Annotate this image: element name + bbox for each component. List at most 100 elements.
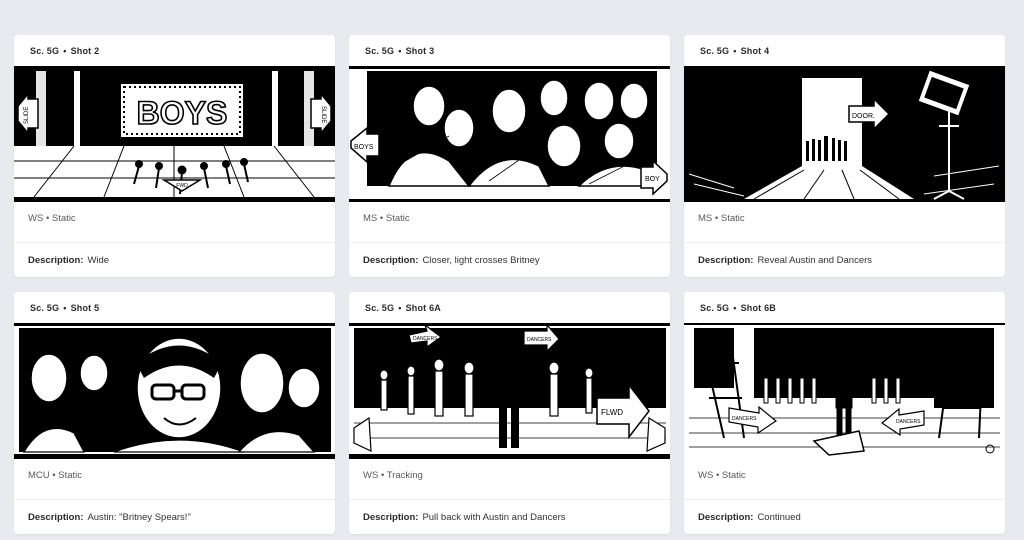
framing-label: WS xyxy=(363,470,379,481)
separator: • xyxy=(398,303,402,313)
arrow-label-left: DANCERS xyxy=(732,416,757,422)
shot-meta: WS • Static xyxy=(28,213,76,224)
movement-label: Static xyxy=(51,213,76,224)
shot-meta: WS • Tracking xyxy=(363,470,423,481)
storyboard-sketch-doorway: DOOR. xyxy=(684,66,1005,202)
movement-label: Static xyxy=(385,213,410,224)
description-text: Wide xyxy=(87,255,110,266)
separator: • xyxy=(63,46,67,56)
storyboard-frame[interactable]: DANCERS DANCERS xyxy=(684,323,1005,459)
description-label: Description: xyxy=(28,512,84,523)
scene-label: Sc. 5G xyxy=(365,46,395,56)
arrow-label-left: DANCERS xyxy=(413,336,438,342)
separator: • xyxy=(63,303,67,313)
card-header: Sc. 5G • Shot 3 xyxy=(365,46,434,56)
card-header: Sc. 5G • Shot 5 xyxy=(30,303,99,313)
framing-label: WS xyxy=(698,470,714,481)
shot-label: Shot 4 xyxy=(740,46,770,56)
shot-meta: MS • Static xyxy=(698,213,745,224)
arrow-label-right: DANCERS xyxy=(896,419,921,425)
card-header: Sc. 5G • Shot 2 xyxy=(30,46,99,56)
divider xyxy=(684,499,1005,500)
description-label: Description: xyxy=(363,512,419,523)
description-text: Austin: "Britney Spears!" xyxy=(87,512,191,523)
movement-label: Static xyxy=(721,470,746,481)
storyboard-sketch-dancers-wide: DANCERS DANCERS xyxy=(684,323,1005,459)
shot-meta: MS • Static xyxy=(363,213,410,224)
marquee-text: BOYS xyxy=(137,95,228,131)
shot-description: Description: Pull back with Austin and Da… xyxy=(363,512,566,523)
shot-label: Shot 3 xyxy=(405,46,435,56)
arrow-label-left: BOYS xyxy=(354,144,374,151)
arrow-label-right: DANCERS xyxy=(527,337,552,343)
shot-description: Description: Wide xyxy=(28,255,109,266)
shot-label: Shot 6B xyxy=(740,303,776,313)
card-header: Sc. 5G • Shot 6A xyxy=(365,303,441,313)
scene-label: Sc. 5G xyxy=(700,303,730,313)
storyboard-frame[interactable]: BOYS SLIDE SLIDE FWD xyxy=(14,66,335,202)
shot-label: Shot 6A xyxy=(405,303,441,313)
divider xyxy=(14,242,335,243)
movement-label: Tracking xyxy=(386,470,423,481)
description-label: Description: xyxy=(698,255,754,266)
shot-label: Shot 2 xyxy=(70,46,100,56)
separator: • xyxy=(380,470,385,481)
scene-label: Sc. 5G xyxy=(700,46,730,56)
separator: • xyxy=(52,470,56,481)
arrow-label-left: SLIDE xyxy=(24,107,30,124)
storyboard-card-shot-4[interactable]: Sc. 5G • Shot 4 DOOR. MS • Static Descri… xyxy=(684,35,1005,277)
shot-description: Description: Reveal Austin and Dancers xyxy=(698,255,872,266)
arrow-label-right: SLIDE xyxy=(320,106,326,123)
card-header: Sc. 5G • Shot 4 xyxy=(700,46,769,56)
separator: • xyxy=(379,213,384,224)
shot-description: Description: Closer, light crosses Britne… xyxy=(363,255,540,266)
separator: • xyxy=(45,213,50,224)
description-text: Continued xyxy=(757,512,801,523)
description-label: Description: xyxy=(363,255,419,266)
separator: • xyxy=(733,303,737,313)
storyboard-sketch-dancers-tracking: DANCERS DANCERS FLWD xyxy=(349,323,670,459)
divider xyxy=(684,242,1005,243)
description-label: Description: xyxy=(28,255,84,266)
storyboard-card-shot-5[interactable]: Sc. 5G • Shot 5 MCU • Static Description… xyxy=(14,292,335,534)
separator: • xyxy=(398,46,402,56)
divider xyxy=(14,499,335,500)
arrow-label-bottom: FWD xyxy=(176,183,188,189)
movement-label: Static xyxy=(720,213,745,224)
framing-label: MS xyxy=(363,213,378,224)
storyboard-frame[interactable]: DOOR. xyxy=(684,66,1005,202)
card-header: Sc. 5G • Shot 6B xyxy=(700,303,776,313)
arrow-label-forward: FLWD xyxy=(601,408,623,417)
arrow-label-door: DOOR. xyxy=(852,113,875,120)
storyboard-frame[interactable]: DANCERS DANCERS FLWD xyxy=(349,323,670,459)
separator: • xyxy=(715,470,720,481)
storyboard-frame[interactable] xyxy=(14,323,335,459)
shot-meta: WS • Static xyxy=(698,470,746,481)
scene-label: Sc. 5G xyxy=(30,46,60,56)
storyboard-card-shot-6b[interactable]: Sc. 5G • Shot 6B DANCERS DANCERS WS • St… xyxy=(684,292,1005,534)
framing-label: MCU xyxy=(28,470,50,481)
separator: • xyxy=(714,213,719,224)
shot-description: Description: Continued xyxy=(698,512,801,523)
description-text: Closer, light crosses Britney xyxy=(422,255,540,266)
description-text: Pull back with Austin and Dancers xyxy=(422,512,566,523)
storyboard-card-shot-6a[interactable]: Sc. 5G • Shot 6A DANCERS DANCERS FLWD WS… xyxy=(349,292,670,534)
divider xyxy=(349,242,670,243)
shot-label: Shot 5 xyxy=(70,303,100,313)
description-label: Description: xyxy=(698,512,754,523)
storyboard-frame[interactable]: BOYS BOY xyxy=(349,66,670,202)
shot-meta: MCU • Static xyxy=(28,470,82,481)
storyboard-sketch-austin-closeup xyxy=(14,323,335,459)
storyboard-card-shot-2[interactable]: Sc. 5G • Shot 2 BOYS SLIDE SLIDE FWD WS … xyxy=(14,35,335,277)
framing-label: WS xyxy=(28,213,44,224)
description-text: Reveal Austin and Dancers xyxy=(757,255,873,266)
arrow-label-right: BOY xyxy=(645,176,660,183)
separator: • xyxy=(733,46,737,56)
storyboard-sketch-stage-boys: BOYS SLIDE SLIDE FWD xyxy=(14,66,335,202)
storyboard-sketch-crowd: BOYS BOY xyxy=(349,66,670,202)
scene-label: Sc. 5G xyxy=(365,303,395,313)
movement-label: Static xyxy=(58,470,83,481)
divider xyxy=(349,499,670,500)
storyboard-card-shot-3[interactable]: Sc. 5G • Shot 3 BOYS BOY MS • Static Des… xyxy=(349,35,670,277)
framing-label: MS xyxy=(698,213,713,224)
